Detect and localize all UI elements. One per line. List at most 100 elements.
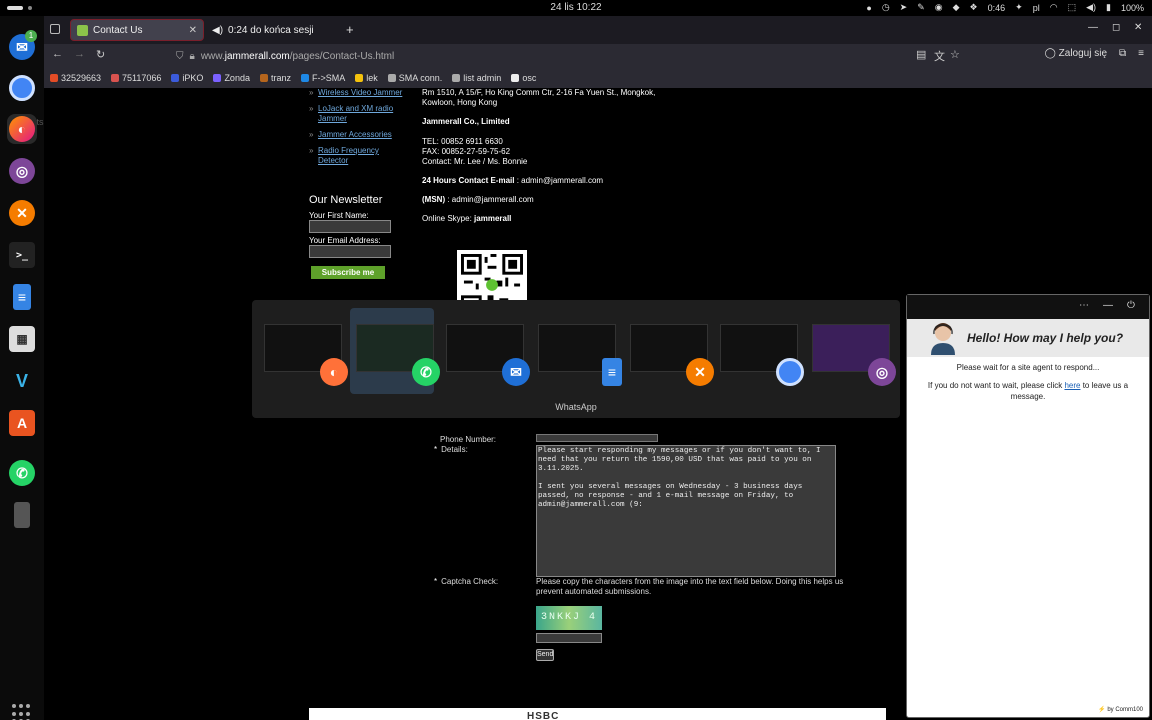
bookmark-item[interactable]: 32529663 xyxy=(50,73,101,83)
tray-settings-icon[interactable]: ✎ xyxy=(917,2,925,13)
bookmark-label: tranz xyxy=(270,73,291,83)
skype-label: Online Skype: xyxy=(422,214,472,223)
bookmark-item[interactable]: F->SMA xyxy=(300,73,345,83)
minimize-button[interactable]: — xyxy=(1088,22,1098,33)
bookmark-favicon-icon xyxy=(259,74,268,82)
switcher-thunderbird[interactable]: ✉ xyxy=(440,308,530,394)
bookmark-item[interactable]: Zonda xyxy=(213,73,250,83)
viber-icon[interactable]: ◉ xyxy=(935,2,943,13)
tray-timer-icon[interactable]: ◷ xyxy=(882,2,890,13)
signin-label: Zaloguj się xyxy=(1058,48,1108,59)
lock-icon[interactable]: 🔒︎ xyxy=(190,51,195,62)
dock-calculator[interactable]: ▦ xyxy=(7,324,37,354)
telegram-icon[interactable]: ➤ xyxy=(900,2,908,13)
tab-contact-us[interactable]: Contact Us ✕ xyxy=(70,19,204,41)
dock-thunderbird[interactable]: ✉ 1 xyxy=(7,30,37,62)
dropbox-icon[interactable]: ❖ xyxy=(970,2,978,13)
maximize-button[interactable]: ◻ xyxy=(1112,22,1120,33)
show-apps-icon[interactable] xyxy=(12,704,32,720)
battery-percent[interactable]: 100% xyxy=(1121,3,1144,13)
link-wireless-video-jammer[interactable]: Wireless Video Jammer xyxy=(318,88,409,98)
reload-button[interactable]: ↻ xyxy=(96,48,105,61)
dock-whatsapp[interactable]: ✆ xyxy=(7,458,37,488)
skype-line: Online Skype: jammerall xyxy=(422,214,682,224)
bookmark-favicon-icon xyxy=(111,74,120,82)
email-value[interactable]: : admin@jammerall.com xyxy=(517,176,603,185)
new-tab-button[interactable]: + xyxy=(346,22,354,37)
system-tray[interactable]: ● ◷ ➤ ✎ ◉ ◆ ❖ 0:46 ✦ pl ◠ ⬚ ◀) ▮ 100% xyxy=(866,2,1144,13)
volume-icon[interactable]: ◀) xyxy=(1086,2,1096,13)
link-rf-detector[interactable]: Radio Frequency Detector xyxy=(318,146,409,166)
switcher-files[interactable]: ≡ xyxy=(532,308,622,394)
tray-app-icon[interactable]: ● xyxy=(866,3,871,13)
language-indicator[interactable]: pl xyxy=(1033,3,1040,13)
dock-chromium[interactable] xyxy=(7,73,37,103)
chat-power-icon[interactable]: ⏻ xyxy=(1127,300,1135,311)
bookmark-item[interactable]: SMA conn. xyxy=(387,73,442,83)
skype-value[interactable]: jammerall xyxy=(474,214,511,223)
leave-msg-pre: If you do not want to wait, please click xyxy=(927,381,1063,390)
subscribe-button[interactable]: Subscribe me xyxy=(311,266,385,279)
dock: ✉ 1 Whats ◐ ◎ ✕ >_ ≡ ▦ V A ✆ xyxy=(0,16,44,720)
bookmark-item[interactable]: list admin xyxy=(452,73,501,83)
chat-powered-by[interactable]: ⚡ by Comm100 xyxy=(1098,706,1143,713)
bookmark-item[interactable]: 75117066 xyxy=(111,73,161,83)
switcher-tor-browser[interactable]: ◎ xyxy=(806,308,896,394)
dock-app-center[interactable]: A xyxy=(7,408,37,438)
url-bar[interactable]: ⛉ 🔒︎ www. jammerall.com/pages/Contact-Us.… xyxy=(176,46,976,66)
switcher-remmina[interactable]: ✕ xyxy=(624,308,714,394)
forward-button[interactable]: → xyxy=(74,48,85,60)
bookmark-label: iPKO xyxy=(182,73,204,83)
captcha-input[interactable] xyxy=(536,633,602,643)
network-icon[interactable]: ⬚ xyxy=(1068,2,1077,13)
switcher-firefox[interactable]: ◐ xyxy=(258,308,348,394)
details-textarea[interactable]: Please start responding my messages or i… xyxy=(536,445,836,577)
tab-list-icon[interactable] xyxy=(50,24,60,34)
battery-time[interactable]: 0:46 xyxy=(988,3,1006,13)
bookmark-item[interactable]: iPKO xyxy=(171,73,203,83)
tab-close-icon[interactable]: ✕ xyxy=(189,25,197,36)
battery-icon[interactable]: ▮ xyxy=(1106,2,1111,13)
chat-minimize-icon[interactable]: — xyxy=(1103,300,1113,311)
extensions-icon[interactable]: ⧉ xyxy=(1119,48,1126,59)
link-lojack-xm-jammer[interactable]: LoJack and XM radio Jammer xyxy=(318,104,409,124)
bookmark-item[interactable]: tranz xyxy=(259,73,291,83)
account-button[interactable]: ◯ Zaloguj się xyxy=(1045,48,1107,59)
chat-more-icon[interactable]: ⋯ xyxy=(1079,300,1089,311)
tray-diamond-icon[interactable]: ◆ xyxy=(953,2,960,13)
tray-bolt-icon[interactable]: ✦ xyxy=(1015,2,1023,13)
bookmark-item[interactable]: osc xyxy=(511,73,536,83)
dock-remmina[interactable]: ✕ xyxy=(7,198,37,228)
dock-tor-browser[interactable]: ◎ xyxy=(7,156,37,186)
chat-header: ⋯ — ⏻ xyxy=(907,295,1149,319)
tab-session[interactable]: ◀) 0:24 do końca sesji xyxy=(206,19,342,41)
app-switcher: ◐ ✆ ✉ ≡ ✕ ◎ WhatsApp xyxy=(252,300,900,418)
translate-icon[interactable]: 文 xyxy=(934,48,945,64)
bookmark-item[interactable]: lek xyxy=(355,73,378,83)
dock-firefox[interactable]: ◐ xyxy=(7,114,37,144)
wifi-icon[interactable]: ◠ xyxy=(1050,2,1058,13)
phone-label: Phone Number: xyxy=(440,435,497,444)
speaker-icon[interactable]: ◀) xyxy=(212,25,223,36)
menu-icon[interactable]: ≡ xyxy=(1138,48,1144,59)
reader-view-icon[interactable]: ▤ xyxy=(916,48,926,61)
switcher-whatsapp[interactable]: ✆ xyxy=(350,308,440,394)
dock-files[interactable]: ≡ xyxy=(7,282,37,312)
send-button[interactable]: Send xyxy=(536,649,554,661)
bookmark-favicon-icon xyxy=(387,74,396,82)
dock-vs-app[interactable]: V xyxy=(7,366,37,396)
leave-message-link[interactable]: here xyxy=(1064,381,1080,390)
newsletter-first-name-input[interactable] xyxy=(309,220,391,233)
bookmark-star-icon[interactable]: ☆ xyxy=(950,48,960,61)
close-window-button[interactable]: ✕ xyxy=(1134,22,1142,33)
msn-value[interactable]: : admin@jammerall.com xyxy=(447,195,533,204)
link-jammer-accessories[interactable]: Jammer Accessories xyxy=(318,130,409,140)
back-button[interactable]: ← xyxy=(52,48,63,60)
newsletter-email-input[interactable] xyxy=(309,245,391,258)
dock-trash[interactable] xyxy=(7,500,37,530)
dock-terminal[interactable]: >_ xyxy=(7,240,37,270)
site-info-icon[interactable]: ⛉ xyxy=(176,51,184,62)
switcher-chromium[interactable] xyxy=(714,308,804,394)
email-label: Your Email Address: xyxy=(309,236,381,245)
phone-input[interactable] xyxy=(536,434,658,442)
